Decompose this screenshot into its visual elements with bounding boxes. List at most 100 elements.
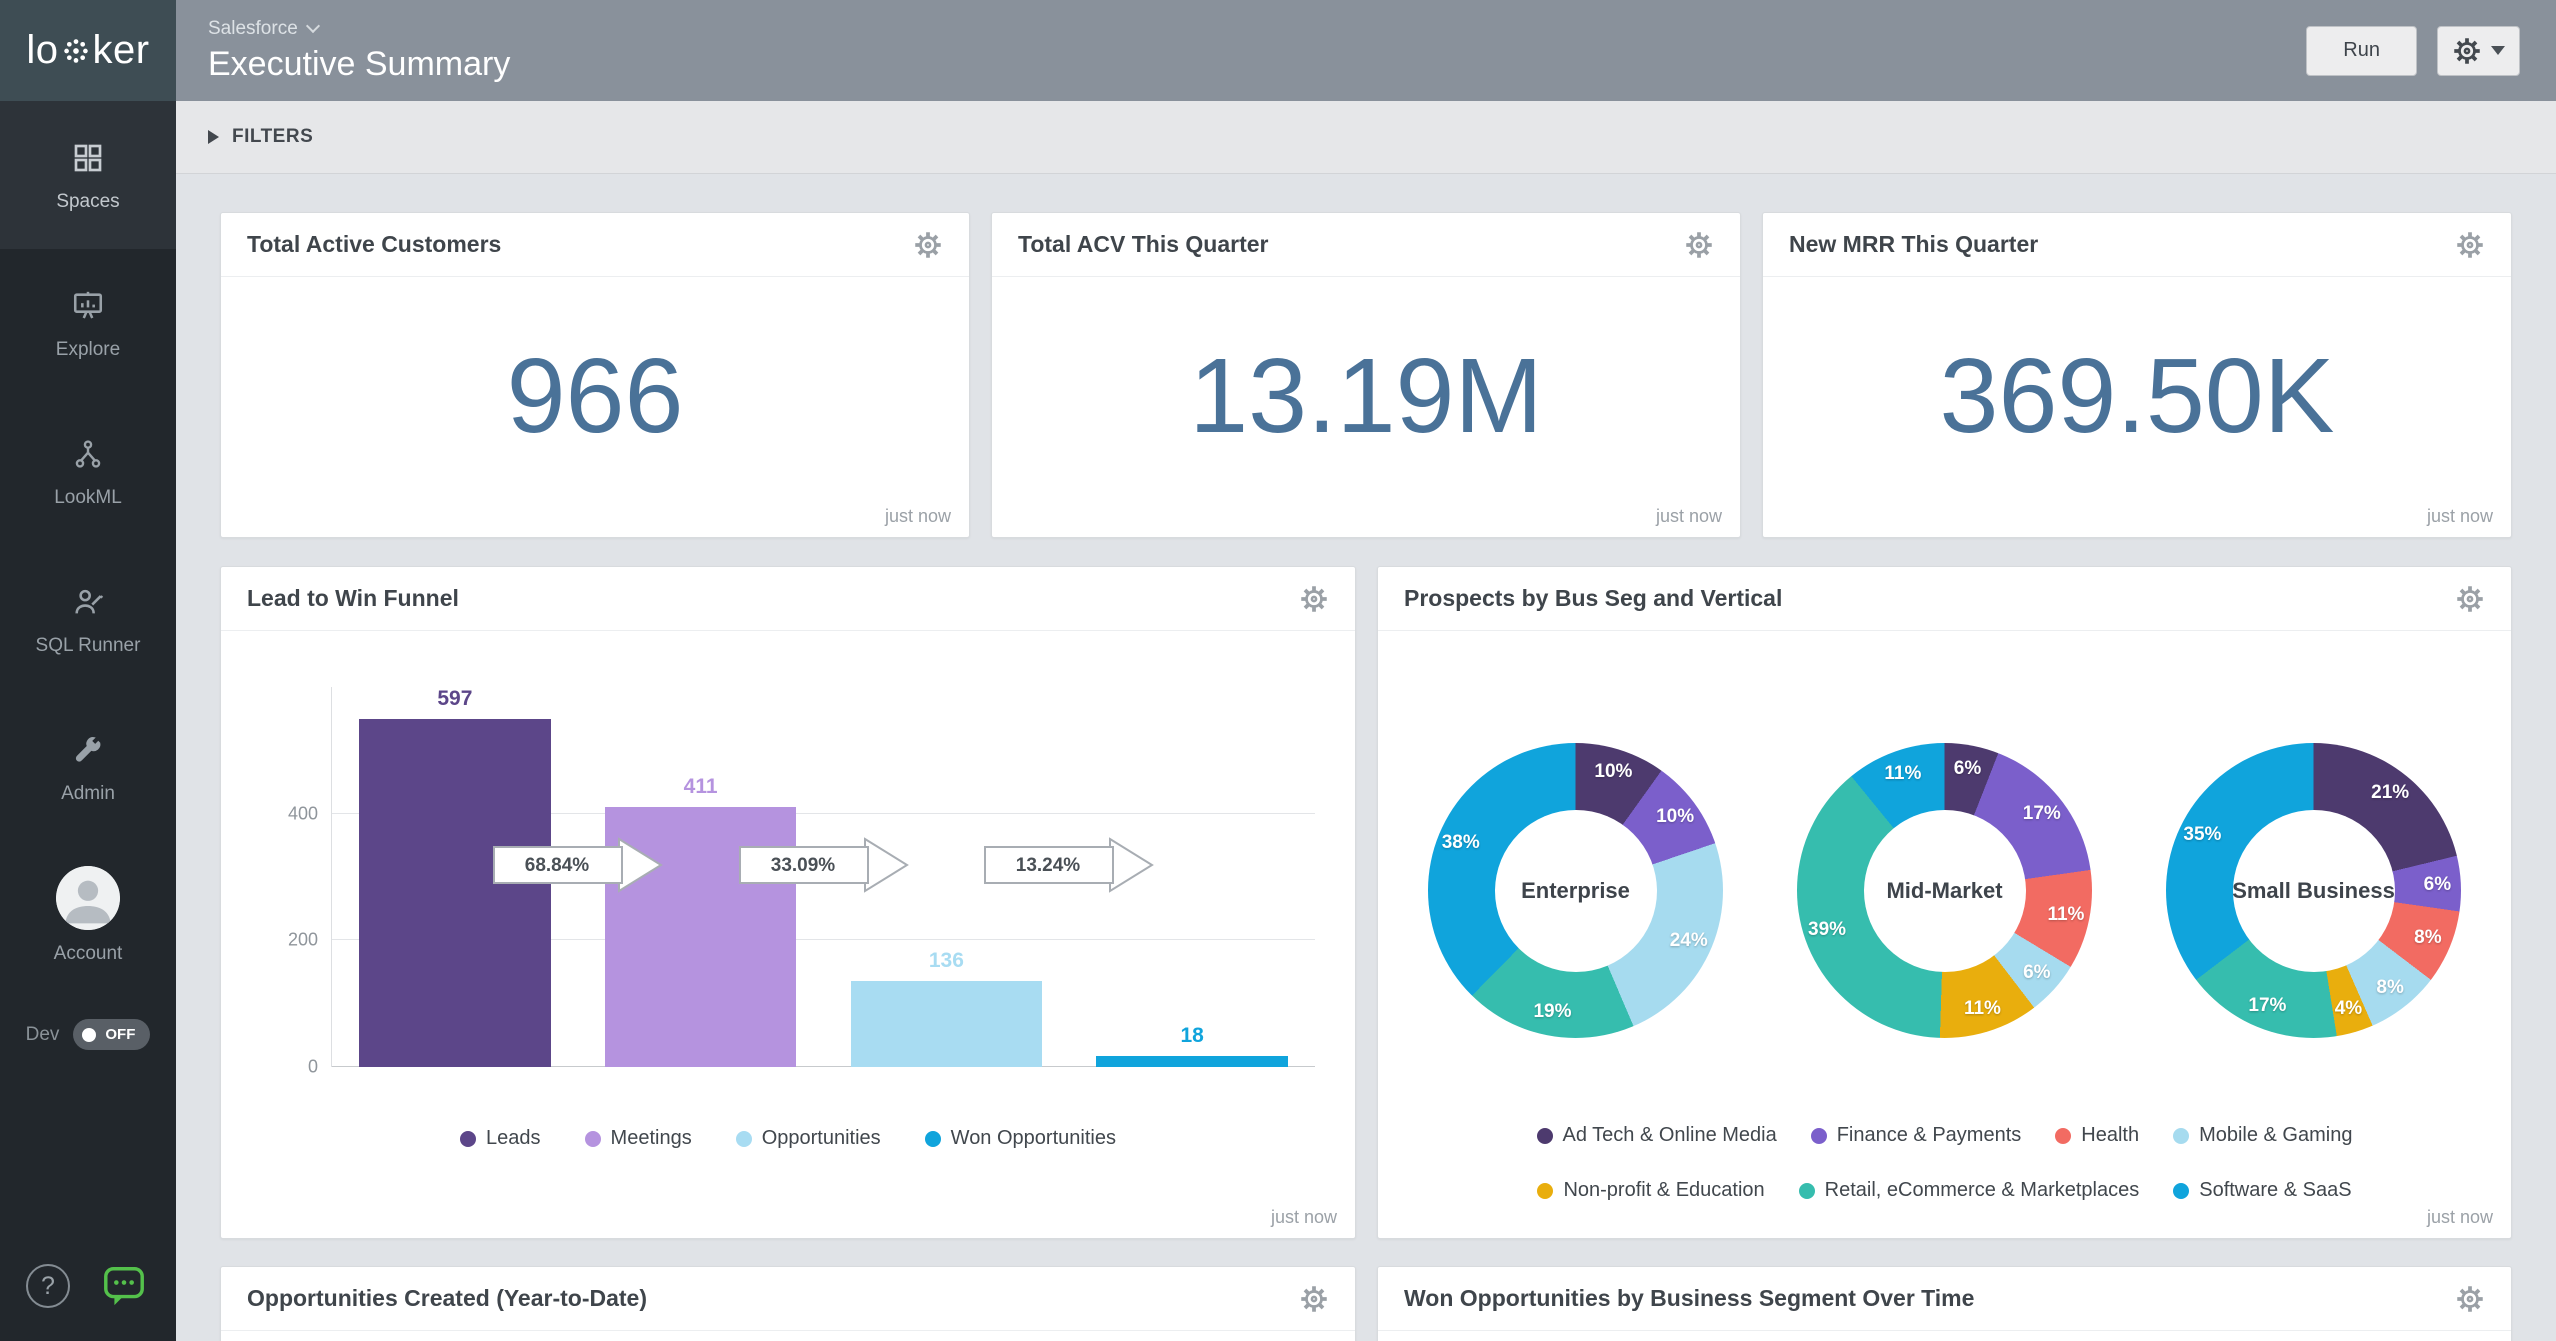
legend-item[interactable]: Software & SaaS [2173, 1179, 2351, 1202]
kpi-tile-total-active-customers: Total Active Customers 966 just now [220, 212, 970, 538]
tile-header: New MRR This Quarter [1763, 213, 2511, 277]
legend-item[interactable]: Retail, eCommerce & Marketplaces [1799, 1179, 2140, 1202]
lookml-branch-icon [72, 434, 104, 474]
legend-color-dot [1537, 1183, 1553, 1199]
tile-header: Opportunities Created (Year-to-Date) [221, 1267, 1355, 1331]
tile-title: Total ACV This Quarter [1018, 231, 1268, 258]
legend-item[interactable]: Ad Tech & Online Media [1537, 1124, 1777, 1147]
slice-percent-label: 4% [2335, 998, 2362, 1020]
slice-percent-label: 10% [1656, 806, 1694, 828]
prospects-legend: Ad Tech & Online Media Finance & Payments… [1378, 1124, 2511, 1202]
bar-value-label: 411 [684, 775, 718, 799]
gear-icon[interactable] [1299, 1284, 1329, 1314]
help-icon[interactable]: ? [26, 1264, 70, 1308]
svg-text:33.09%: 33.09% [770, 855, 835, 876]
dev-mode-label: Dev [26, 1024, 60, 1046]
slice-percent-label: 6% [2023, 962, 2050, 984]
legend-item[interactable]: Won Opportunities [925, 1127, 1116, 1150]
legend-color-dot [2055, 1128, 2071, 1144]
dashboard-settings-button[interactable] [2437, 26, 2520, 76]
gear-icon[interactable] [2455, 230, 2485, 260]
gear-icon[interactable] [1299, 584, 1329, 614]
sidebar-item-lookml[interactable]: LookML [0, 397, 176, 545]
legend-label: Won Opportunities [951, 1127, 1116, 1150]
tile-updated: just now [1656, 506, 1722, 527]
legend-item[interactable]: Opportunities [736, 1127, 881, 1150]
svg-text:68.84%: 68.84% [525, 855, 590, 876]
legend-label: Mobile & Gaming [2199, 1124, 2352, 1147]
kpi-tile-new-mrr: New MRR This Quarter 369.50K just now [1762, 212, 2512, 538]
legend-label: Health [2081, 1124, 2139, 1147]
slice-percent-label: 35% [2183, 824, 2221, 846]
sidebar: lo ker Spaces [0, 0, 176, 1341]
legend-label: Ad Tech & Online Media [1563, 1124, 1777, 1147]
tile-title: Opportunities Created (Year-to-Date) [247, 1285, 647, 1312]
tile-header: Prospects by Bus Seg and Vertical [1378, 567, 2511, 631]
legend-label: Opportunities [762, 1127, 881, 1150]
slice-percent-label: 24% [1670, 930, 1708, 952]
legend-item[interactable]: Health [2055, 1124, 2139, 1147]
y-axis-tick-label: 400 [272, 803, 318, 824]
sql-runner-person-icon [71, 582, 105, 622]
funnel-tile: Lead to Win Funnel 02004005974111361868.… [220, 566, 1356, 1239]
sidebar-item-sql-runner[interactable]: SQL Runner [0, 545, 176, 693]
toggle-state-label: OFF [105, 1026, 135, 1043]
legend-item[interactable]: Finance & Payments [1811, 1124, 2022, 1147]
donut-center-label: Small Business [2233, 810, 2395, 972]
dev-mode-row: Dev OFF [0, 1019, 176, 1050]
gear-icon[interactable] [1684, 230, 1714, 260]
sidebar-item-explore[interactable]: Explore [0, 249, 176, 397]
donut-enterprise[interactable]: Enterprise 10%10%24%19%38% [1428, 743, 1723, 1038]
spaces-grid-icon [72, 138, 104, 178]
chat-icon[interactable] [100, 1263, 148, 1309]
run-button[interactable]: Run [2306, 26, 2417, 76]
slice-percent-label: 38% [1442, 832, 1480, 854]
donut-small-business[interactable]: Small Business 21%6%8%8%4%17%35% [2166, 743, 2461, 1038]
legend-label: Software & SaaS [2199, 1179, 2351, 1202]
legend-item[interactable]: Meetings [585, 1127, 692, 1150]
header-actions: Run [2306, 26, 2520, 76]
dev-mode-toggle[interactable]: OFF [73, 1019, 150, 1050]
sidebar-item-account[interactable]: Account [0, 841, 176, 989]
legend-color-dot [1799, 1183, 1815, 1199]
legend-label: Meetings [611, 1127, 692, 1150]
looker-logo[interactable]: lo ker [0, 0, 176, 101]
donut-mid-market[interactable]: Mid-Market 6%17%11%6%11%39%11% [1797, 743, 2092, 1038]
tile-updated: just now [2427, 506, 2493, 527]
legend-color-dot [1537, 1128, 1553, 1144]
funnel-bar-won-opportunities[interactable] [1096, 1056, 1288, 1067]
app-root: lo ker Spaces [0, 0, 2556, 1341]
prospects-tile: Prospects by Bus Seg and Vertical Enterp… [1377, 566, 2512, 1239]
gear-icon[interactable] [913, 230, 943, 260]
tile-header: Total Active Customers [221, 213, 969, 277]
legend-color-dot [585, 1131, 601, 1147]
tile-updated: just now [2427, 1207, 2493, 1228]
sidebar-item-admin[interactable]: Admin [0, 693, 176, 841]
funnel-bar-opportunities[interactable] [851, 981, 1043, 1067]
filters-bar[interactable]: FILTERS [176, 101, 2556, 174]
breadcrumb[interactable]: Salesforce [208, 18, 510, 40]
legend-color-dot [736, 1131, 752, 1147]
legend-item[interactable]: Mobile & Gaming [2173, 1124, 2352, 1147]
toggle-knob [82, 1028, 96, 1042]
legend-item[interactable]: Non-profit & Education [1537, 1179, 1764, 1202]
legend-color-dot [2173, 1183, 2189, 1199]
bar-value-label: 136 [929, 949, 964, 973]
legend-item[interactable]: Leads [460, 1127, 541, 1150]
slice-percent-label: 8% [2376, 977, 2403, 999]
sidebar-item-spaces[interactable]: Spaces [0, 101, 176, 249]
logo-text-suffix: ker [93, 28, 150, 73]
dashboard-content: Total Active Customers 966 just now Tota… [176, 174, 2556, 1341]
tile-header: Total ACV This Quarter [992, 213, 1740, 277]
sidebar-item-label: SQL Runner [36, 635, 141, 657]
avatar [56, 866, 120, 930]
bottom-row: Opportunities Created (Year-to-Date) Won… [220, 1266, 2512, 1341]
header: Salesforce Executive Summary Run [176, 0, 2556, 101]
slice-percent-label: 8% [2414, 927, 2441, 949]
slice-percent-label: 17% [2023, 803, 2061, 825]
gear-icon[interactable] [2455, 1284, 2485, 1314]
gear-icon[interactable] [2455, 584, 2485, 614]
slice-percent-label: 21% [2371, 782, 2409, 804]
legend-label: Retail, eCommerce & Marketplaces [1825, 1179, 2140, 1202]
conversion-arrow: 68.84% [493, 837, 663, 898]
